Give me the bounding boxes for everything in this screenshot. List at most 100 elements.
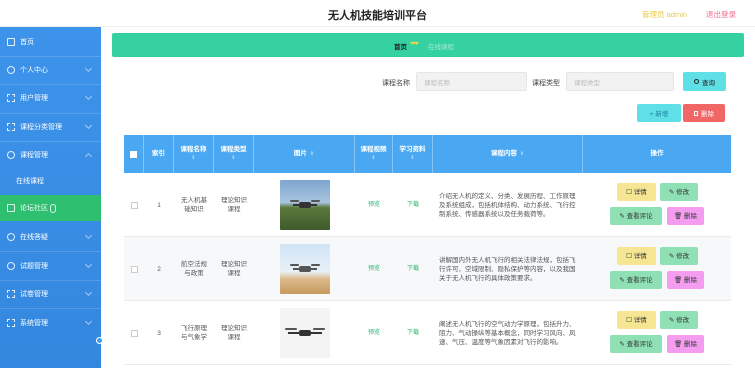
header-label: 图片 (293, 150, 307, 157)
sidebar-item-label: 系统管理 (20, 320, 48, 327)
course-type-input[interactable]: 课程类型 (566, 72, 674, 91)
course-image (279, 180, 330, 230)
delete-button[interactable]: 🗑 删除 (667, 335, 704, 353)
header-label: 课程名称 (180, 146, 207, 153)
cell-index: 1 (157, 201, 161, 209)
sidebar-item-course-manage[interactable]: 课程管理 (0, 142, 101, 168)
sidebar-item-label: 首页 (20, 39, 34, 46)
qa-icon (7, 233, 15, 241)
sidebar-item-label: 课程管理 (20, 152, 48, 159)
cell-name: 无人机基础知识 (181, 197, 207, 213)
add-button[interactable]: + 新增 (637, 104, 681, 122)
sidebar-item-personal[interactable]: 个人中心 (0, 57, 101, 83)
preview-link[interactable]: 预览 (368, 265, 380, 274)
query-button[interactable]: 查询 (683, 72, 726, 91)
download-link[interactable]: 下载 (407, 265, 419, 274)
sidebar-item-qa[interactable]: 在线答疑 (0, 224, 101, 250)
query-label: 查询 (702, 79, 715, 87)
edit-button[interactable]: ✎ 修改 (660, 311, 698, 329)
sidebar-item-course-category[interactable]: 课程分类管理 (0, 114, 101, 140)
row-checkbox-cell[interactable] (124, 301, 144, 365)
bulk-delete-button[interactable]: 删除 (683, 104, 725, 122)
divider (0, 251, 101, 252)
scrollbar-handle[interactable] (96, 337, 103, 344)
course-type-label: 课程类型 (532, 80, 560, 87)
header-material[interactable]: 学习资料 ⇕ (393, 135, 433, 173)
sidebar-item-label: 论坛社区 (20, 205, 48, 212)
chevron-down-icon (84, 317, 93, 326)
preview-link[interactable]: 预览 (368, 201, 380, 210)
row-checkbox-cell[interactable] (124, 237, 144, 301)
cell-type: 理论知识课程 (221, 325, 247, 341)
header-label: 课程类型 (220, 146, 247, 153)
detail-button[interactable]: ☐ 详情 (617, 247, 656, 265)
chevron-down-icon (84, 288, 93, 297)
sidebar-subitem-online-course[interactable]: 在线课程 (0, 168, 101, 194)
cell-video: 预览 (355, 173, 393, 237)
sort-icon[interactable]: ⇕ (310, 150, 314, 158)
header-name[interactable]: 课程名称 ⇕ (174, 135, 214, 173)
sidebar-item-papers[interactable]: 试卷管理 (0, 281, 101, 307)
download-link[interactable]: 下载 (407, 329, 419, 338)
cell-name: 航空法规与政策 (181, 261, 207, 277)
drone-icon (284, 328, 325, 338)
sidebar-item-label: 在线课程 (16, 178, 44, 185)
sort-icon[interactable]: ⇕ (520, 150, 524, 158)
download-link[interactable]: 下载 (407, 201, 419, 210)
header-content[interactable]: 课程内容 ⇕ (433, 135, 583, 173)
sidebar-item-system[interactable]: 系统管理 (0, 310, 101, 336)
course-icon (7, 151, 15, 159)
system-icon (7, 319, 15, 327)
row-checkbox[interactable] (130, 265, 138, 273)
delete-button[interactable]: 🗑 删除 (667, 271, 704, 289)
cell-index: 2 (157, 265, 161, 273)
table-header: 索引 课程名称 ⇕ 课程类型 ⇕ 图片 ⇕ 课程视频 ⇕ 学习资料 ⇕ 课程内容 ⇕ 操作 (124, 135, 731, 173)
delete-button[interactable]: 🗑 删除 (667, 207, 704, 225)
top-bar: 无人机技能培训平台 管理员 admin 退出登录 (0, 0, 755, 27)
sidebar: 首页 个人中心 用户管理 课程分类管理 课程管理 在线课程 论坛社区 在线答疑 (0, 27, 103, 368)
row-checkbox-cell[interactable] (124, 173, 144, 237)
sidebar-item-label: 个人中心 (20, 67, 48, 74)
sort-icon[interactable]: ⇕ (191, 154, 195, 162)
home-icon (7, 38, 15, 46)
chevron-down-icon (84, 92, 93, 101)
view-comments-button[interactable]: ✎ 查看评论 (610, 271, 662, 289)
cell-image (254, 301, 355, 365)
logout-link[interactable]: 退出登录 (706, 9, 736, 20)
sidebar-item-label: 在线答疑 (20, 234, 48, 241)
row-checkbox[interactable] (130, 329, 138, 337)
cell-material: 下载 (393, 301, 433, 365)
view-comments-button[interactable]: ✎ 查看评论 (610, 335, 662, 353)
heart-icon: ♥♥♥ (410, 41, 419, 47)
detail-button[interactable]: ☐ 详情 (617, 183, 656, 201)
header-type[interactable]: 课程类型 ⇕ (214, 135, 254, 173)
breadcrumb: 首页 ♥♥♥ 在线课程 (112, 33, 744, 57)
breadcrumb-home[interactable]: 首页 (394, 41, 407, 51)
edit-button[interactable]: ✎ 修改 (660, 183, 698, 201)
checkbox[interactable] (130, 150, 137, 158)
cell-content: 阐述无人机飞行的空气动力学原理，包括升力、阻力、气动操纵等基本概念，同时学习风向… (439, 320, 576, 346)
header-image[interactable]: 图片 ⇕ (254, 135, 355, 173)
sidebar-item-questions[interactable]: 试题管理 (0, 253, 101, 279)
edit-button[interactable]: ✎ 修改 (660, 247, 698, 265)
detail-button[interactable]: ☐ 详情 (617, 311, 656, 329)
sort-icon[interactable]: ⇕ (410, 154, 414, 162)
table-row: 1 无人机基础知识 理论知识课程 预览 下载 介绍无人机的定义、分类、发展历程、… (124, 173, 731, 237)
sidebar-item-home[interactable]: 首页 (0, 29, 101, 55)
row-checkbox[interactable] (130, 201, 138, 209)
sort-icon[interactable]: ⇕ (371, 154, 375, 162)
header-video[interactable]: 课程视频 ⇕ (355, 135, 393, 173)
cell-material: 下载 (393, 237, 433, 301)
cell-content: 讲解国内外无人机飞行的相关法律法规，包括飞行许可、空域限制、隐私保护等内容，以及… (439, 256, 576, 282)
view-comments-button[interactable]: ✎ 查看评论 (610, 207, 662, 225)
preview-link[interactable]: 预览 (368, 329, 380, 338)
sort-icon[interactable]: ⇕ (231, 154, 235, 162)
cell-image (254, 237, 355, 301)
select-all-checkbox[interactable] (124, 135, 144, 173)
sidebar-item-label: 课程分类管理 (20, 124, 62, 131)
sidebar-item-users[interactable]: 用户管理 (0, 85, 101, 111)
header-label: 课程内容 (490, 150, 517, 157)
sidebar-item-forum[interactable]: 论坛社区 (0, 195, 101, 221)
course-name-input[interactable]: 课程名称 (416, 72, 527, 91)
cell-image (254, 173, 355, 237)
